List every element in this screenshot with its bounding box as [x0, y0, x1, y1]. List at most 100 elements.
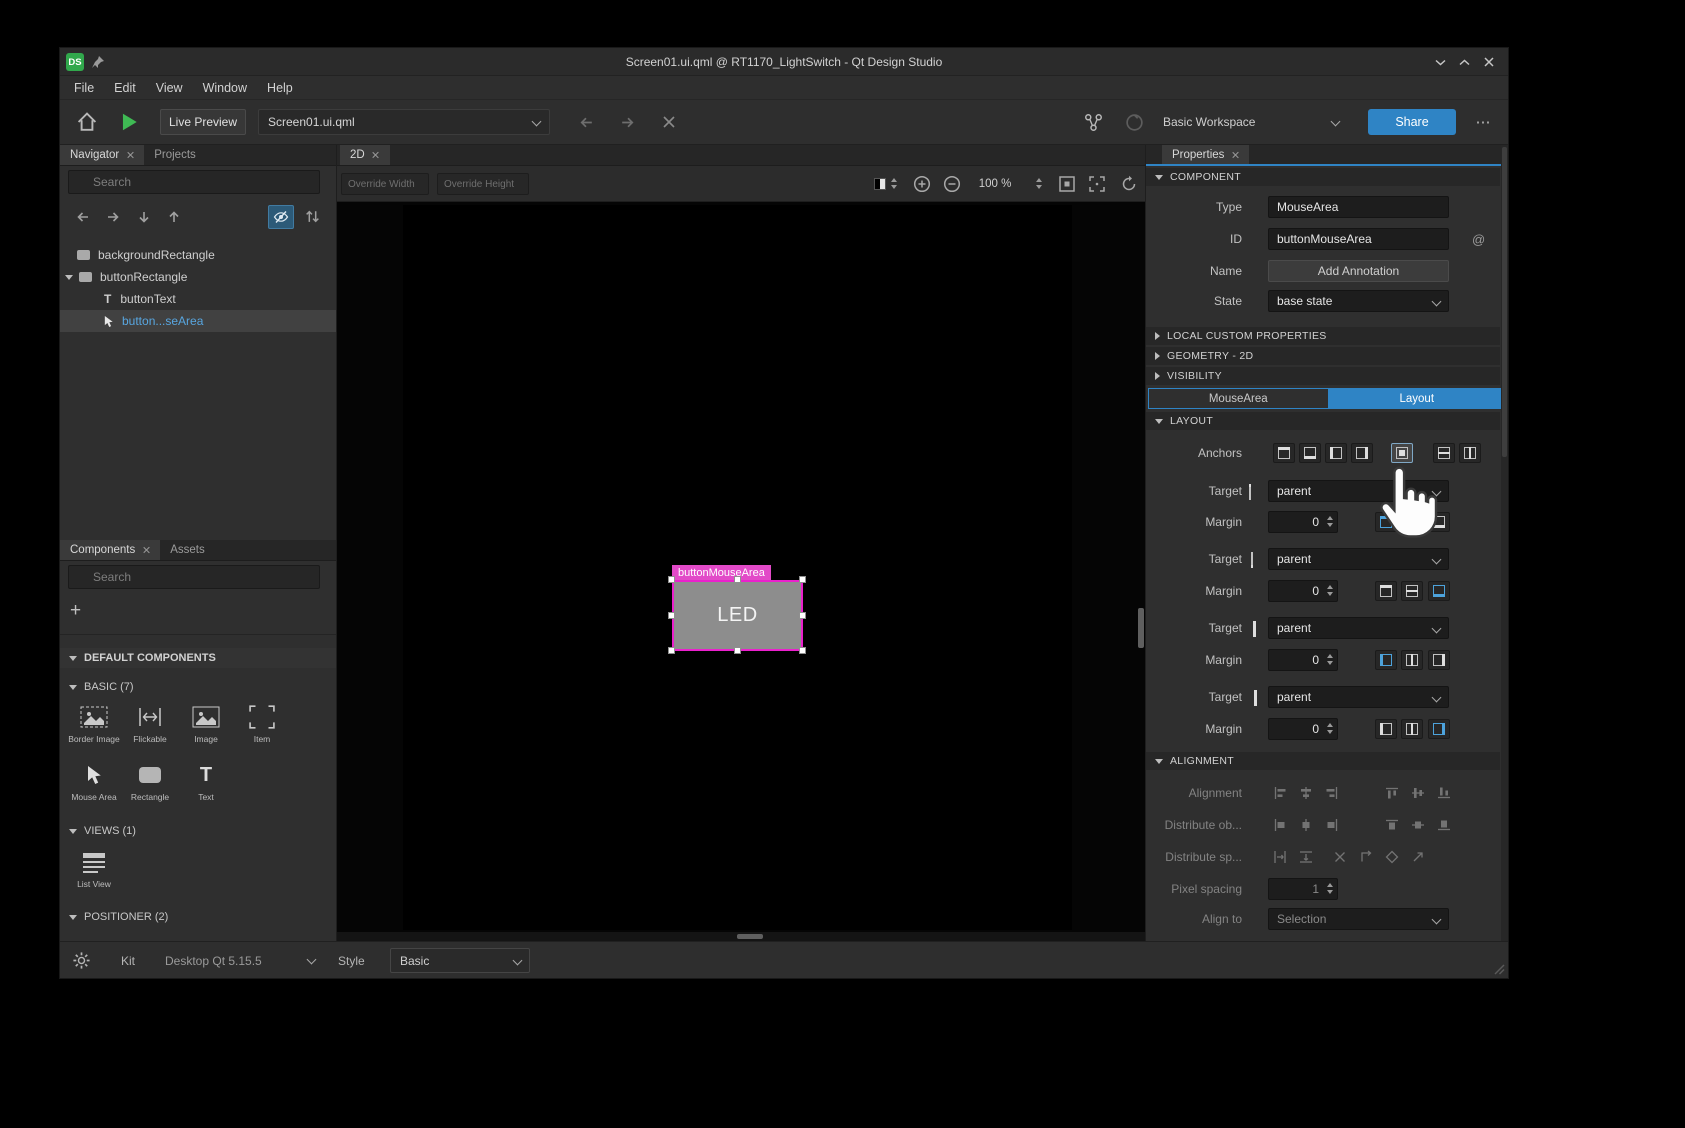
component-rectangle[interactable]: Rectangle: [122, 758, 178, 812]
style-selector[interactable]: Basic: [390, 948, 530, 973]
properties-scrollbar[interactable]: [1501, 145, 1508, 941]
component-item[interactable]: Item: [234, 700, 290, 754]
menu-edit[interactable]: Edit: [104, 76, 146, 99]
component-image[interactable]: Image: [178, 700, 234, 754]
align-top-icon[interactable]: [1385, 786, 1399, 800]
distribute-bottom-icon[interactable]: [1437, 818, 1451, 832]
anchor-edge-left-button[interactable]: [1375, 650, 1397, 670]
workspace-nodes-icon[interactable]: [1082, 111, 1105, 134]
distribute-top-icon[interactable]: [1385, 818, 1399, 832]
align-right-icon[interactable]: [1325, 786, 1339, 800]
stepper-icon[interactable]: [1327, 585, 1333, 596]
close-document-icon[interactable]: [661, 114, 677, 130]
annotation-at-icon[interactable]: @: [1472, 228, 1485, 250]
distribute-diagonal-icon[interactable]: [1411, 850, 1425, 864]
fit-screen-icon[interactable]: [1088, 175, 1106, 193]
margin-bottom-input[interactable]: 0: [1268, 580, 1338, 602]
target-right-dropdown[interactable]: parent: [1268, 686, 1449, 708]
section-basic[interactable]: BASIC (7): [60, 678, 336, 696]
section-geometry-2d[interactable]: GEOMETRY - 2D: [1146, 347, 1500, 365]
anchor-horizontal-center-button[interactable]: [1459, 443, 1481, 463]
led-button-item[interactable]: LED: [672, 580, 803, 651]
components-search-input[interactable]: [68, 565, 320, 589]
component-list-view[interactable]: List View: [66, 845, 122, 899]
anchor-edge-top-button[interactable]: [1375, 581, 1397, 601]
resize-handle[interactable]: [799, 576, 806, 583]
distribute-left-icon[interactable]: [1273, 818, 1287, 832]
horizontal-scrollbar[interactable]: [337, 932, 1145, 941]
anchor-edge-bottom-button[interactable]: [1428, 581, 1450, 601]
anchor-edge-center-button[interactable]: [1401, 719, 1423, 739]
distribute-right-icon[interactable]: [1325, 818, 1339, 832]
anchor-right-button[interactable]: [1351, 443, 1373, 463]
distribute-center-h-icon[interactable]: [1299, 818, 1313, 832]
settings-gear-icon[interactable]: [72, 951, 91, 970]
add-component-button[interactable]: +: [70, 596, 98, 626]
canvas-viewport[interactable]: buttonMouseArea LED: [337, 202, 1145, 941]
align-vertical-center-icon[interactable]: [1411, 786, 1425, 800]
align-horizontal-center-icon[interactable]: [1299, 786, 1313, 800]
vertical-scrollbar-thumb[interactable]: [1138, 608, 1144, 648]
tab-layout[interactable]: Layout: [1328, 389, 1507, 408]
resize-handle[interactable]: [799, 612, 806, 619]
margin-right-input[interactable]: 0: [1268, 718, 1338, 740]
align-to-dropdown[interactable]: Selection: [1268, 908, 1449, 930]
distribute-center-v-icon[interactable]: [1411, 818, 1425, 832]
section-alignment[interactable]: ALIGNMENT: [1146, 752, 1500, 770]
move-left-icon[interactable]: [75, 209, 91, 225]
menu-view[interactable]: View: [146, 76, 193, 99]
tab-assets[interactable]: Assets: [160, 540, 215, 560]
zoom-in-icon[interactable]: [913, 175, 931, 193]
close-tab-icon[interactable]: [142, 546, 150, 554]
margin-top-input[interactable]: 0: [1268, 511, 1338, 533]
caret-down-icon[interactable]: [65, 275, 73, 280]
target-left-dropdown[interactable]: parent: [1268, 617, 1449, 639]
maximize-button[interactable]: [1452, 52, 1476, 72]
align-bottom-icon[interactable]: [1437, 786, 1451, 800]
back-icon[interactable]: [578, 114, 595, 131]
distribute-spacing-h-icon[interactable]: [1273, 850, 1287, 864]
override-height-input[interactable]: [437, 173, 529, 195]
scrollbar-thumb[interactable]: [1502, 147, 1507, 457]
distribute-none-icon[interactable]: [1333, 850, 1347, 864]
close-tab-icon[interactable]: [126, 151, 134, 159]
menu-window[interactable]: Window: [193, 76, 257, 99]
move-right-icon[interactable]: [105, 209, 121, 225]
resize-handle[interactable]: [734, 647, 741, 654]
qml-scene[interactable]: buttonMouseArea LED: [403, 205, 1072, 930]
stepper-icon[interactable]: [1327, 723, 1333, 734]
anchor-vertical-center-button[interactable]: [1433, 443, 1455, 463]
open-file-selector[interactable]: Screen01.ui.qml: [258, 109, 550, 135]
component-text[interactable]: T Text: [178, 758, 234, 812]
tree-item-buttonMouseArea[interactable]: button...seArea: [60, 310, 336, 332]
zoom-level[interactable]: 100 %: [973, 174, 1017, 194]
tab-navigator[interactable]: Navigator: [60, 145, 144, 165]
resize-handle[interactable]: [734, 576, 741, 583]
tab-projects[interactable]: Projects: [144, 145, 206, 165]
anchor-edge-right-button[interactable]: [1428, 719, 1450, 739]
scrollbar-thumb[interactable]: [737, 934, 763, 939]
distribute-corner-icon[interactable]: [1359, 850, 1373, 864]
background-color-icon[interactable]: [874, 178, 886, 190]
forward-icon[interactable]: [619, 114, 636, 131]
fit-selection-icon[interactable]: [1058, 175, 1076, 193]
anchor-left-button[interactable]: [1325, 443, 1347, 463]
tree-item-buttonRectangle[interactable]: buttonRectangle: [60, 266, 336, 288]
minimize-button[interactable]: [1428, 52, 1452, 72]
distribute-spacing-v-icon[interactable]: [1299, 850, 1313, 864]
anchor-edge-center-button[interactable]: [1401, 581, 1423, 601]
live-preview-button[interactable]: Live Preview: [160, 109, 246, 135]
stepper-icon[interactable]: [1327, 516, 1333, 527]
zoom-out-icon[interactable]: [943, 175, 961, 193]
tab-mousearea[interactable]: MouseArea: [1149, 389, 1328, 408]
anchor-edge-center-button[interactable]: [1401, 650, 1423, 670]
resize-handle[interactable]: [668, 576, 675, 583]
section-positioner[interactable]: POSITIONER (2): [60, 908, 336, 926]
id-field[interactable]: buttonMouseArea: [1268, 228, 1449, 250]
add-annotation-button[interactable]: Add Annotation: [1268, 260, 1449, 282]
anchor-top-button[interactable]: [1273, 443, 1295, 463]
tree-item-buttonText[interactable]: T buttonText: [60, 288, 336, 310]
margin-left-input[interactable]: 0: [1268, 649, 1338, 671]
align-left-icon[interactable]: [1273, 786, 1287, 800]
stepper-icon[interactable]: [1327, 654, 1333, 665]
